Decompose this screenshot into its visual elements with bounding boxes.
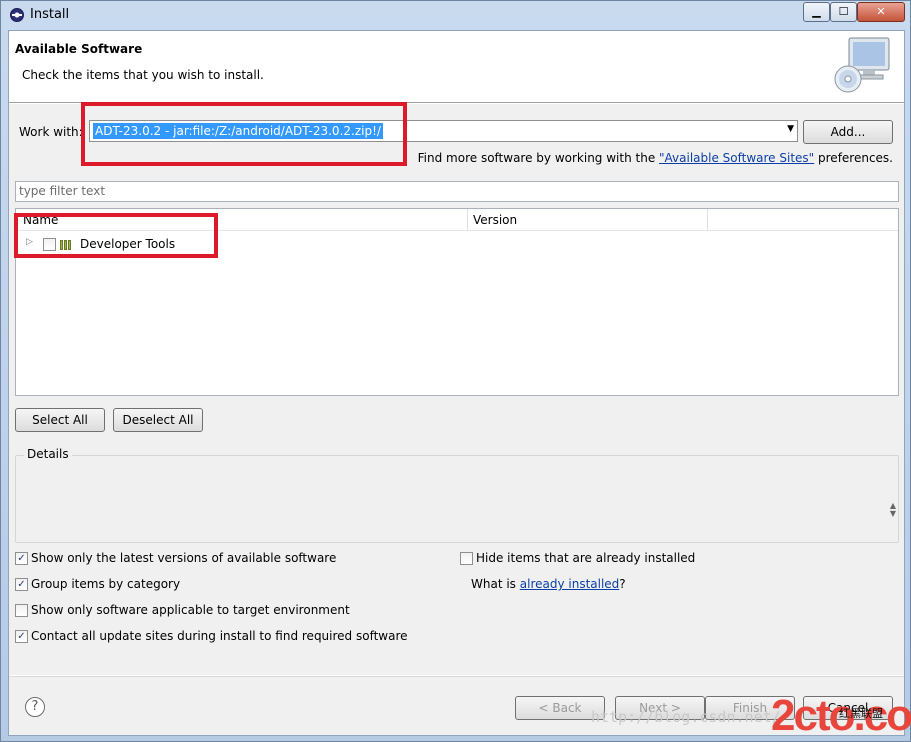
install-window: Install ▁ ☐ ✕ Available Software Check t… bbox=[0, 0, 911, 742]
watermark-url: http://blog.csdn.net/ bbox=[591, 708, 781, 726]
checkbox-checked-icon[interactable]: ✓ bbox=[15, 578, 28, 591]
title-bar[interactable]: Install ▁ ☐ ✕ bbox=[1, 1, 910, 29]
column-separator[interactable] bbox=[467, 209, 468, 231]
add-site-button[interactable]: Add... bbox=[803, 120, 893, 144]
watermark-subtext: 红黑联盟 bbox=[839, 707, 883, 720]
page-subtitle: Check the items that you wish to install… bbox=[22, 68, 264, 82]
option-label: Contact all update sites during install … bbox=[31, 629, 408, 643]
category-icon bbox=[60, 239, 75, 250]
install-monitor-cd-icon bbox=[834, 37, 890, 93]
deselect-all-button[interactable]: Deselect All bbox=[113, 408, 203, 432]
expand-triangle-icon[interactable]: ▷ bbox=[26, 237, 33, 247]
close-button[interactable]: ✕ bbox=[857, 2, 905, 22]
tree-item-label: Developer Tools bbox=[80, 237, 176, 251]
minimize-button[interactable]: ▁ bbox=[803, 2, 830, 22]
dialog-client: Available Software Check the items that … bbox=[8, 30, 905, 736]
help-icon[interactable]: ? bbox=[25, 697, 45, 717]
add-site-label: Add... bbox=[830, 125, 866, 139]
what-is-installed-text: What is already installed? bbox=[471, 577, 626, 591]
wizard-body: Work with: ADT-23.0.2 - jar:file:/Z:/and… bbox=[9, 104, 904, 675]
work-with-label: Work with: bbox=[19, 125, 83, 139]
window-title: Install bbox=[30, 7, 70, 22]
developer-tools-checkbox[interactable] bbox=[43, 238, 56, 251]
scroll-arrows-icon[interactable]: ▲ ▼ bbox=[890, 502, 896, 518]
column-separator[interactable] bbox=[707, 209, 708, 231]
eclipse-icon bbox=[10, 8, 24, 22]
select-all-button[interactable]: Select All bbox=[15, 408, 105, 432]
details-group: Details ▲ ▼ bbox=[15, 447, 899, 543]
find-more-text: Find more software by working with the "… bbox=[418, 151, 893, 165]
chevron-down-icon[interactable]: ▼ bbox=[787, 124, 794, 134]
details-label: Details bbox=[24, 447, 72, 461]
column-version[interactable]: Version bbox=[473, 213, 517, 227]
checkbox-unchecked-icon[interactable] bbox=[460, 552, 473, 565]
checkbox-unchecked-icon[interactable] bbox=[15, 604, 28, 617]
what-is-suffix: ? bbox=[619, 577, 626, 591]
already-installed-link[interactable]: already installed bbox=[520, 577, 620, 591]
option-label: Hide items that are already installed bbox=[476, 551, 696, 565]
wizard-footer: ? < Back Next > Finish Cancel bbox=[9, 676, 904, 735]
option-label: Show only software applicable to target … bbox=[31, 603, 350, 617]
checkbox-checked-icon[interactable]: ✓ bbox=[15, 552, 28, 565]
option-label: Show only the latest versions of availab… bbox=[31, 551, 337, 565]
available-software-sites-link[interactable]: "Available Software Sites" bbox=[659, 151, 814, 165]
option-label: Group items by category bbox=[31, 577, 181, 591]
work-with-value: ADT-23.0.2 - jar:file:/Z:/android/ADT-23… bbox=[93, 123, 383, 139]
filter-input[interactable]: type filter text bbox=[15, 181, 899, 202]
column-name[interactable]: Name bbox=[23, 213, 58, 227]
tree-header: Name Version bbox=[16, 209, 898, 231]
find-more-suffix: preferences. bbox=[814, 151, 893, 165]
work-with-combo[interactable]: ADT-23.0.2 - jar:file:/Z:/android/ADT-23… bbox=[89, 120, 798, 142]
software-tree[interactable]: Name Version ▷ Developer Tools bbox=[15, 208, 899, 396]
find-more-prefix: Find more software by working with the bbox=[417, 151, 660, 165]
page-title: Available Software bbox=[15, 42, 143, 56]
checkbox-checked-icon[interactable]: ✓ bbox=[15, 630, 28, 643]
maximize-button[interactable]: ☐ bbox=[830, 2, 857, 22]
tree-row[interactable]: ▷ Developer Tools bbox=[16, 233, 898, 255]
what-is-prefix: What is bbox=[471, 577, 520, 591]
wizard-header: Available Software Check the items that … bbox=[9, 31, 904, 103]
